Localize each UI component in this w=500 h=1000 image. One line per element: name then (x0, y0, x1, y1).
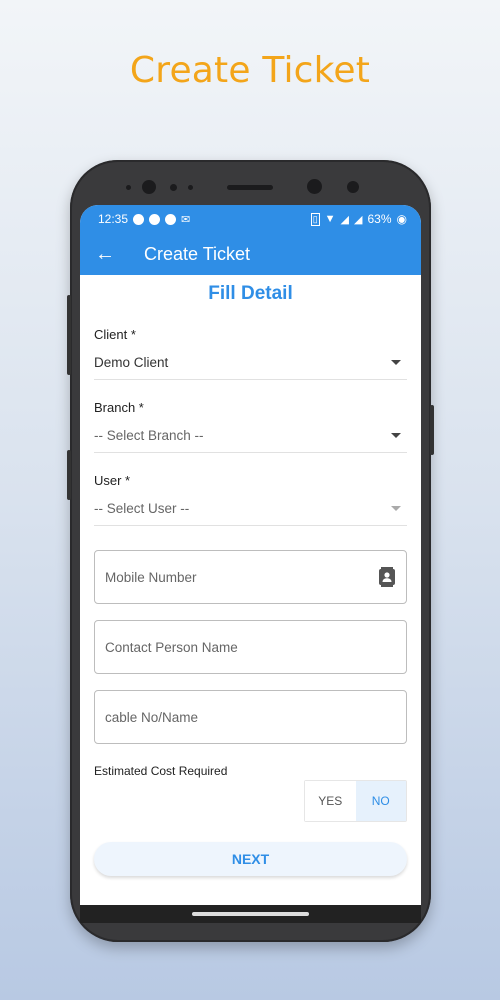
sensor-icon (126, 185, 131, 190)
battery-level: 63% (367, 212, 392, 226)
user-value: -- Select User -- (94, 501, 190, 516)
branch-dropdown[interactable]: -- Select Branch -- (94, 419, 407, 453)
contacts-icon[interactable] (378, 567, 396, 587)
front-camera-icon (142, 180, 156, 194)
power-button (430, 405, 434, 455)
volte-icon: ▯ (310, 212, 320, 226)
signal-icon: ◢ (354, 213, 363, 226)
gmail-icon: ✉ (181, 213, 191, 226)
client-label: Client * (94, 327, 136, 342)
user-label: User * (94, 473, 131, 488)
wifi-icon: ▼ (324, 213, 336, 225)
mobile-number-field[interactable]: Mobile Number (94, 550, 407, 604)
mobile-number-placeholder: Mobile Number (105, 569, 197, 585)
battery-icon: ◉ (396, 212, 407, 226)
phone-frame: 12:35 ✉ ▯ ▼ ◢ ◢ 63% ◉ ← Create Ticket Fi… (67, 160, 434, 942)
cable-placeholder: cable No/Name (105, 709, 199, 725)
no-option[interactable]: NO (355, 781, 406, 821)
volume-button (67, 295, 71, 375)
back-arrow-icon[interactable]: ← (80, 243, 130, 266)
status-bar: 12:35 ✉ ▯ ▼ ◢ ◢ 63% ◉ (80, 205, 421, 233)
client-dropdown[interactable]: Demo Client (94, 346, 407, 380)
dropdown-arrow-icon (391, 433, 401, 438)
estimated-cost-label: Estimated Cost Required (94, 764, 228, 778)
user-dropdown[interactable]: -- Select User -- (94, 492, 407, 526)
navigation-bar (80, 905, 421, 923)
branch-label: Branch * (94, 400, 144, 415)
camera-icon (307, 179, 322, 194)
sensor-icon (188, 185, 193, 190)
branch-value: -- Select Branch -- (94, 428, 204, 443)
notification-icon (149, 213, 161, 225)
screen: 12:35 ✉ ▯ ▼ ◢ ◢ 63% ◉ ← Create Ticket Fi… (80, 205, 421, 905)
client-value: Demo Client (94, 355, 169, 370)
form: Fill Detail Client * Demo Client Branch … (80, 283, 421, 876)
cable-field[interactable]: cable No/Name (94, 690, 407, 744)
earpiece-speaker (227, 185, 273, 190)
signal-icon: ◢ (340, 213, 350, 226)
contact-person-field[interactable]: Contact Person Name (94, 620, 407, 674)
sensor-icon (347, 181, 359, 193)
sensor-icon (170, 184, 177, 191)
app-bar: ← Create Ticket (80, 233, 421, 275)
home-gesture-handle[interactable] (192, 912, 309, 916)
section-title: Fill Detail (208, 283, 293, 304)
promo-title: Create Ticket (129, 50, 371, 91)
dropdown-arrow-icon (391, 360, 401, 365)
contact-person-placeholder: Contact Person Name (105, 639, 238, 655)
estimated-cost-toggle: YES NO (304, 780, 407, 822)
facebook-icon (165, 213, 177, 225)
status-time: 12:35 (98, 212, 129, 226)
side-button (67, 450, 71, 500)
next-button[interactable]: NEXT (94, 842, 407, 876)
yes-option[interactable]: YES (305, 781, 356, 821)
notification-icon (133, 213, 145, 225)
app-bar-title: Create Ticket (144, 243, 251, 264)
dropdown-arrow-icon (391, 506, 401, 511)
